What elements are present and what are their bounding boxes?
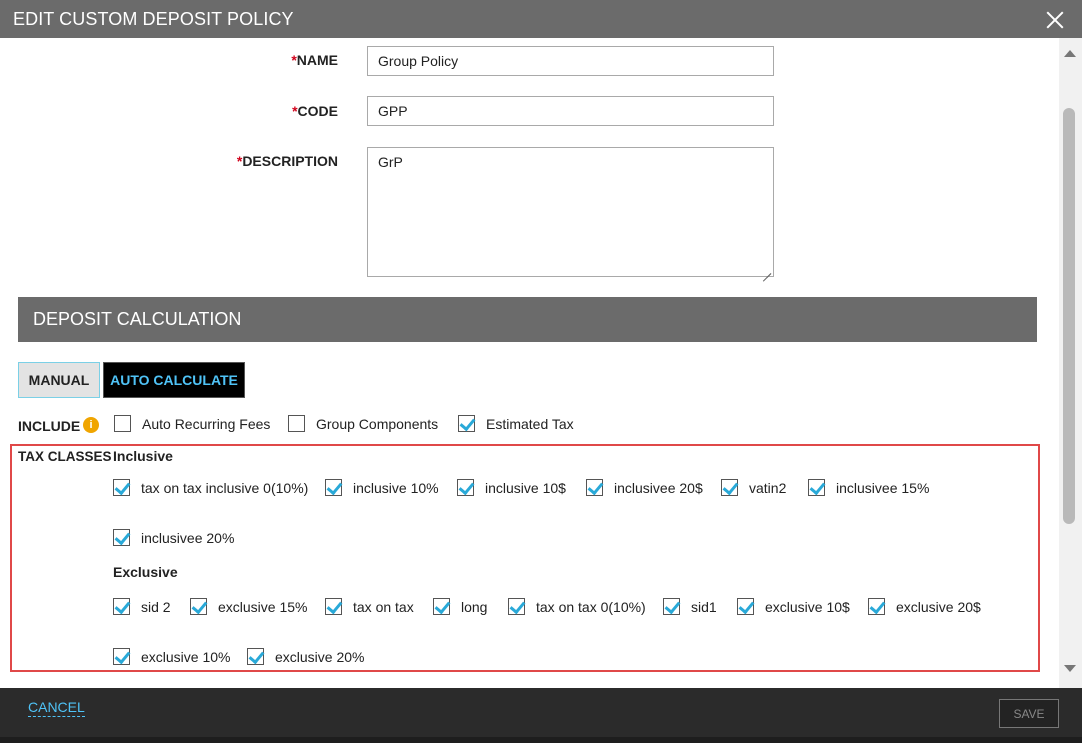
scroll-up-arrow-icon[interactable] — [1064, 50, 1076, 57]
checkbox-box[interactable] — [737, 598, 754, 615]
manual-button[interactable]: MANUAL — [18, 362, 100, 398]
vertical-scrollbar[interactable] — [1059, 38, 1082, 688]
checkbox-box[interactable] — [190, 598, 207, 615]
checkbox-box[interactable] — [508, 598, 525, 615]
save-button[interactable]: SAVE — [999, 699, 1059, 728]
tax-class-checkbox[interactable]: long — [433, 598, 487, 615]
checkbox-label: exclusive 10% — [141, 648, 231, 665]
checkbox-label: sid1 — [691, 598, 717, 615]
tax-class-checkbox[interactable]: inclusive 10$ — [457, 479, 566, 496]
description-label-text: DESCRIPTION — [242, 153, 338, 169]
checkbox-box[interactable] — [113, 648, 130, 665]
checkbox-label: exclusive 20% — [275, 648, 365, 665]
code-label-text: CODE — [297, 103, 338, 119]
checkbox-box[interactable] — [457, 479, 474, 496]
checkbox-label: Estimated Tax — [486, 415, 574, 432]
checkbox-label: long — [461, 598, 488, 615]
checkbox-box[interactable] — [721, 479, 738, 496]
close-icon[interactable] — [1044, 9, 1066, 31]
checkbox-group-components[interactable]: Group Components — [288, 415, 438, 432]
checkbox-label: vatin2 — [749, 479, 787, 496]
tax-class-checkbox[interactable]: inclusivee 20$ — [586, 479, 703, 496]
checkbox-label: tax on tax — [353, 598, 414, 615]
tax-class-checkbox[interactable]: tax on tax inclusive 0(10%) — [113, 479, 308, 496]
tax-class-checkbox[interactable]: sid1 — [663, 598, 717, 615]
deposit-calculation-title: DEPOSIT CALCULATION — [33, 309, 242, 329]
info-icon[interactable]: i — [83, 417, 99, 433]
checkbox-auto-recurring-fees[interactable]: Auto Recurring Fees — [114, 415, 270, 432]
name-label-text: NAME — [296, 52, 338, 68]
checkbox-label: sid 2 — [141, 598, 171, 615]
include-label: INCLUDE — [18, 418, 81, 434]
tax-class-checkbox[interactable]: exclusive 10% — [113, 648, 231, 665]
code-input[interactable] — [367, 96, 774, 126]
tax-class-checkbox[interactable]: inclusive 10% — [325, 479, 439, 496]
cancel-link[interactable]: CANCEL — [28, 699, 85, 717]
tax-class-checkbox[interactable]: exclusive 20% — [247, 648, 365, 665]
tax-class-checkbox[interactable]: exclusive 15% — [190, 598, 308, 615]
checkbox-box[interactable] — [247, 648, 264, 665]
checkbox-box[interactable] — [663, 598, 680, 615]
checkbox-label: inclusivee 15% — [836, 479, 930, 496]
tax-class-checkbox[interactable]: inclusivee 20% — [113, 529, 234, 546]
checkbox-estimated-tax[interactable]: Estimated Tax — [458, 415, 574, 432]
tax-class-checkbox[interactable]: tax on tax — [325, 598, 414, 615]
checkbox-box[interactable] — [113, 598, 130, 615]
checkbox-box[interactable] — [808, 479, 825, 496]
name-label: *NAME — [138, 52, 338, 68]
footer-strip — [0, 737, 1082, 743]
tax-class-checkbox[interactable]: exclusive 20$ — [868, 598, 981, 615]
checkbox-label: inclusivee 20$ — [614, 479, 703, 496]
tax-classes-label: TAX CLASSES — [18, 449, 112, 464]
checkbox-box[interactable] — [113, 529, 130, 546]
checkbox-label: Group Components — [316, 415, 439, 432]
resize-grip-icon[interactable] — [761, 265, 771, 275]
checkbox-box[interactable] — [868, 598, 885, 615]
checkbox-box[interactable] — [288, 415, 305, 432]
checkbox-box[interactable] — [325, 479, 342, 496]
dialog-content: *NAME *CODE *DESCRIPTION GrP DEPOSIT CAL… — [0, 38, 1059, 688]
scrollbar-thumb[interactable] — [1063, 108, 1075, 524]
scroll-down-arrow-icon[interactable] — [1064, 665, 1076, 672]
checkbox-label: inclusive 10% — [353, 479, 439, 496]
checkbox-box[interactable] — [113, 479, 130, 496]
tax-class-checkbox[interactable]: tax on tax 0(10%) — [508, 598, 646, 615]
checkbox-label: exclusive 15% — [218, 598, 308, 615]
dialog-title: EDIT CUSTOM DEPOSIT POLICY — [13, 9, 294, 29]
tax-class-checkbox[interactable]: sid 2 — [113, 598, 171, 615]
deposit-calculation-header: DEPOSIT CALCULATION — [18, 297, 1037, 342]
checkbox-label: exclusive 20$ — [896, 598, 981, 615]
checkbox-label: exclusive 10$ — [765, 598, 850, 615]
dialog-footer: CANCEL SAVE — [0, 688, 1082, 743]
checkbox-label: inclusive 10$ — [485, 479, 566, 496]
checkbox-box[interactable] — [325, 598, 342, 615]
code-label: *CODE — [138, 103, 338, 119]
exclusive-group-label: Exclusive — [113, 564, 178, 580]
tax-class-checkbox[interactable]: inclusivee 15% — [808, 479, 929, 496]
checkbox-label: tax on tax 0(10%) — [536, 598, 646, 615]
tax-class-checkbox[interactable]: exclusive 10$ — [737, 598, 850, 615]
checkbox-box[interactable] — [458, 415, 475, 432]
dialog-title-bar: EDIT CUSTOM DEPOSIT POLICY — [0, 0, 1082, 38]
checkbox-box[interactable] — [433, 598, 450, 615]
description-textarea[interactable]: GrP — [367, 147, 774, 277]
checkbox-box[interactable] — [586, 479, 603, 496]
description-label: *DESCRIPTION — [138, 153, 338, 169]
checkbox-label: Auto Recurring Fees — [142, 415, 271, 432]
inclusive-group-label: Inclusive — [113, 448, 173, 464]
name-input[interactable] — [367, 46, 774, 76]
tax-class-checkbox[interactable]: vatin2 — [721, 479, 786, 496]
auto-calculate-button[interactable]: AUTO CALCULATE — [103, 362, 245, 398]
checkbox-label: tax on tax inclusive 0(10%) — [141, 479, 309, 496]
checkbox-label: inclusivee 20% — [141, 529, 235, 546]
checkbox-box[interactable] — [114, 415, 131, 432]
